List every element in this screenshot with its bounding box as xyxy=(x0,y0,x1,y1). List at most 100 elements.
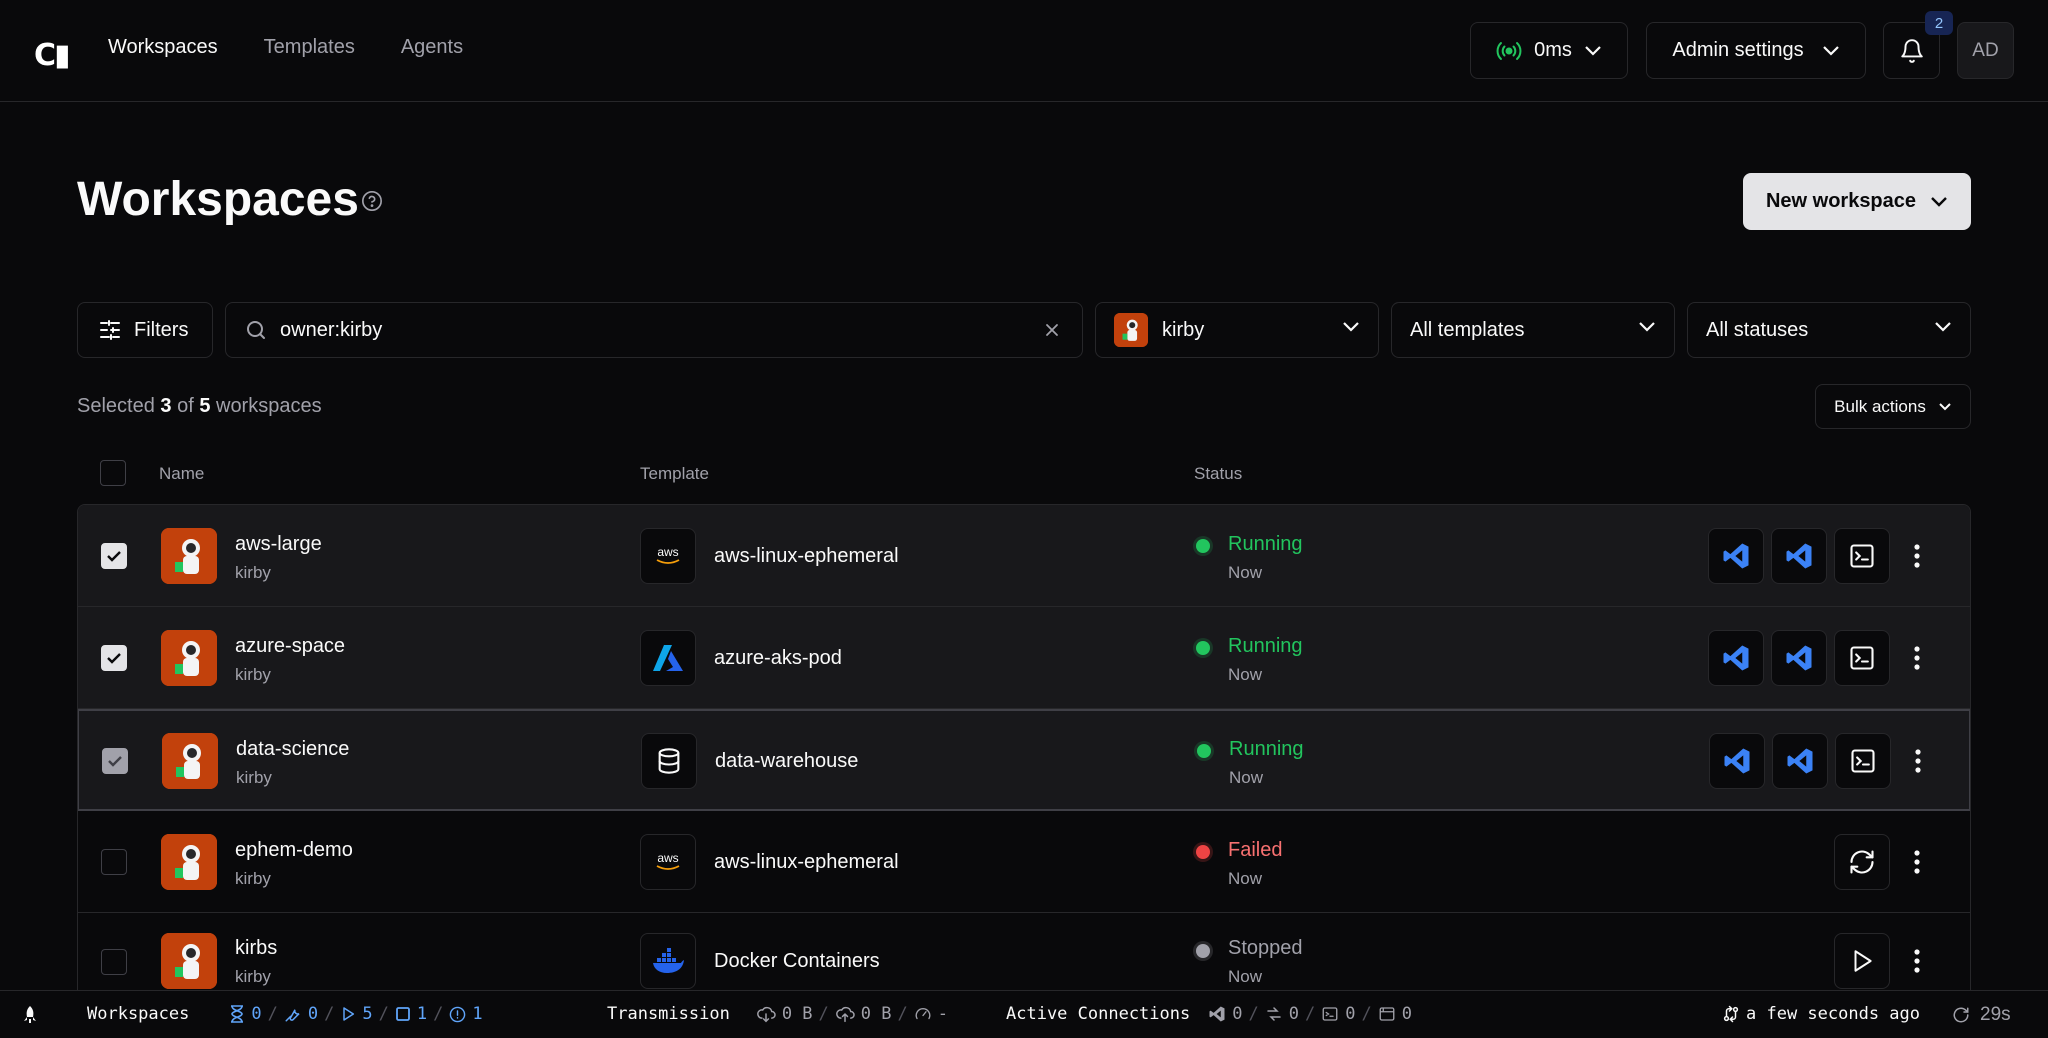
active-connections[interactable]: Active Connections 0 / 0 / 0 / 0 xyxy=(1006,1004,1412,1024)
table-row[interactable]: ephem-demo kirby aws aws-linux-ephemeral… xyxy=(78,811,1970,913)
checkmark-icon xyxy=(107,551,121,562)
admin-settings-label: Admin settings xyxy=(1672,39,1804,61)
chevron-down-icon xyxy=(1343,322,1359,332)
last-update[interactable]: a few seconds ago xyxy=(1722,1004,1920,1024)
status-select-value: All statuses xyxy=(1706,318,1809,341)
workspace-owner: kirby xyxy=(236,768,272,787)
filters-button[interactable]: Filters xyxy=(77,302,213,358)
workspace-avatar xyxy=(161,528,217,584)
status-dot xyxy=(1196,845,1210,859)
template-select-value: All templates xyxy=(1410,318,1525,341)
nav-workspaces[interactable]: Workspaces xyxy=(108,36,218,59)
open-vscode-insiders-button[interactable] xyxy=(1771,630,1827,686)
rocket-icon[interactable] xyxy=(20,1005,40,1025)
nav-agents[interactable]: Agents xyxy=(401,36,463,59)
notification-count-badge: 2 xyxy=(1925,11,1953,35)
signal-icon xyxy=(1496,41,1522,60)
stopped-count: 1 xyxy=(416,1004,428,1024)
status-select[interactable]: All statuses xyxy=(1687,302,1971,358)
row-checkbox[interactable] xyxy=(101,849,127,875)
coder-logo[interactable]: C▮ xyxy=(34,38,71,73)
workspace-name[interactable]: data-science xyxy=(236,738,349,761)
search-input[interactable]: owner:kirby xyxy=(280,319,382,342)
workspace-name[interactable]: kirbs xyxy=(235,937,277,960)
refresh-timer[interactable]: 29s xyxy=(1952,1004,2011,1026)
checkmark-icon xyxy=(107,653,121,664)
admin-settings-button[interactable]: Admin settings xyxy=(1646,22,1866,79)
status-label: Running xyxy=(1229,738,1304,760)
table-row[interactable]: aws-large kirby aws aws-linux-ephemeral … xyxy=(78,505,1970,607)
open-vscode-button[interactable] xyxy=(1708,528,1764,584)
status-label: Stopped xyxy=(1228,937,1303,959)
workspace-stats[interactable]: Workspaces 0 / 0 / 5 / 1 / 1 xyxy=(87,1004,483,1024)
search-field[interactable]: owner:kirby xyxy=(225,302,1083,358)
ssh-icon xyxy=(1266,1007,1281,1021)
new-workspace-button[interactable]: New workspace xyxy=(1743,173,1971,230)
column-header-name[interactable]: Name xyxy=(159,464,204,484)
failed-count: 1 xyxy=(472,1004,483,1024)
select-all-checkbox[interactable] xyxy=(100,460,126,486)
open-vscode-insiders-button[interactable] xyxy=(1771,528,1827,584)
more-options-icon[interactable] xyxy=(1914,748,1922,774)
workspaces-table: aws-large kirby aws aws-linux-ephemeral … xyxy=(77,504,1971,1024)
latency-button[interactable]: 0ms xyxy=(1470,22,1628,79)
row-checkbox[interactable] xyxy=(101,645,127,671)
row-checkbox[interactable] xyxy=(102,748,128,774)
owner-select[interactable]: kirby xyxy=(1095,302,1379,358)
new-workspace-label: New workspace xyxy=(1765,190,1917,212)
sliders-icon xyxy=(100,320,120,340)
open-terminal-button[interactable] xyxy=(1835,733,1891,789)
user-avatar[interactable]: AD xyxy=(1957,22,2014,79)
open-terminal-button[interactable] xyxy=(1834,630,1890,686)
row-checkbox[interactable] xyxy=(101,949,127,975)
workspace-name[interactable]: aws-large xyxy=(235,533,322,556)
vscode-insiders-icon xyxy=(1786,543,1812,569)
ssh-connections: 0 xyxy=(1288,1004,1299,1024)
nav-templates[interactable]: Templates xyxy=(264,36,355,59)
vscode-icon xyxy=(1723,645,1749,671)
cloud-download-icon xyxy=(756,1006,776,1023)
chevron-down-icon xyxy=(1639,322,1655,332)
help-icon[interactable] xyxy=(361,190,383,212)
vscode-icon xyxy=(1723,543,1749,569)
open-terminal-button[interactable] xyxy=(1834,528,1890,584)
column-header-template[interactable]: Template xyxy=(640,464,709,484)
top-navigation: C▮ Workspaces Templates Agents 0ms Admin… xyxy=(0,0,2048,102)
play-icon xyxy=(343,1007,355,1021)
chevron-down-icon xyxy=(1935,322,1951,332)
open-vscode-button[interactable] xyxy=(1708,630,1764,686)
more-options-icon[interactable] xyxy=(1913,849,1921,875)
table-row[interactable]: azure-space kirby azure-aks-pod Running … xyxy=(78,607,1970,709)
git-compare-icon xyxy=(1723,1005,1739,1023)
template-select[interactable]: All templates xyxy=(1391,302,1675,358)
open-vscode-insiders-button[interactable] xyxy=(1772,733,1828,789)
vscode-icon xyxy=(1724,748,1750,774)
terminal-icon xyxy=(1850,544,1874,568)
status-label: Running xyxy=(1228,533,1303,555)
status-dot xyxy=(1197,744,1211,758)
azure-icon xyxy=(640,630,696,686)
refresh-icon xyxy=(1953,1007,1969,1023)
deployment-status-bar: Workspaces 0 / 0 / 5 / 1 / 1 Transmissio… xyxy=(0,990,2048,1038)
column-header-status[interactable]: Status xyxy=(1194,464,1242,484)
bulk-actions-button[interactable]: Bulk actions xyxy=(1815,384,1971,429)
more-options-icon[interactable] xyxy=(1913,543,1921,569)
table-row[interactable]: data-science kirby data-warehouse Runnin… xyxy=(78,709,1970,811)
open-vscode-button[interactable] xyxy=(1709,733,1765,789)
retry-button[interactable] xyxy=(1834,834,1890,890)
aws-icon: aws xyxy=(640,528,696,584)
transmission-stats[interactable]: Transmission 0 B / 0 B / - xyxy=(607,1004,948,1024)
starting-count: 0 xyxy=(307,1004,319,1024)
status-time: Now xyxy=(1228,967,1263,986)
workspace-name[interactable]: azure-space xyxy=(235,635,345,658)
owner-select-value: kirby xyxy=(1162,318,1205,341)
more-options-icon[interactable] xyxy=(1913,948,1921,974)
start-button[interactable] xyxy=(1834,933,1890,989)
vscode-insiders-icon xyxy=(1786,645,1812,671)
more-options-icon[interactable] xyxy=(1913,645,1921,671)
chevron-down-icon xyxy=(1822,45,1839,56)
row-checkbox[interactable] xyxy=(101,543,127,569)
workspace-name[interactable]: ephem-demo xyxy=(235,839,353,862)
clear-search-icon[interactable] xyxy=(1044,322,1060,338)
pending-count: 0 xyxy=(251,1004,262,1024)
